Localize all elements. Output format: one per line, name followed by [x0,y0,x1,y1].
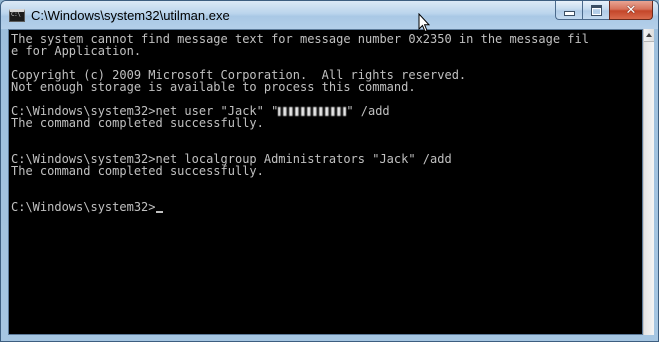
mouse-pointer-icon [418,12,431,38]
caption-buttons: ✕ [555,1,653,21]
window-title: C:\Windows\system32\utilman.exe [31,8,230,23]
console-line: e for Application. [11,44,142,58]
scroll-up-button[interactable] [644,29,654,42]
console-line: The command completed successfully. [11,164,264,178]
arrow-up-icon [646,33,652,37]
command-prompt: C:\Windows\system32> [11,200,156,214]
console-prompt-line[interactable]: C:\Windows\system32> [11,201,589,213]
minimize-icon [563,10,575,16]
console-line: Not enough storage is available to proce… [11,80,416,94]
maximize-icon [590,4,602,16]
console-line: The command completed successfully. [11,116,264,130]
text-cursor [155,211,163,213]
command-prompt-window: C:\ C:\Windows\system32\utilman.exe ✕ Th… [0,0,659,342]
console-app-icon[interactable]: C:\ [9,9,25,22]
title-bar[interactable]: C:\ C:\Windows\system32\utilman.exe ✕ [1,1,658,29]
maximize-button[interactable] [582,1,609,20]
console-text: The system cannot find message text for … [11,33,589,213]
close-icon: ✕ [625,2,637,18]
console-output-area[interactable]: The system cannot find message text for … [8,29,643,335]
app-icon-text: C:\ [11,11,21,18]
vertical-scrollbar[interactable] [643,29,654,335]
masked-password [278,107,347,116]
net-user-command-end: " /add [346,104,390,118]
minimize-button[interactable] [555,1,582,20]
close-button[interactable]: ✕ [609,1,653,20]
